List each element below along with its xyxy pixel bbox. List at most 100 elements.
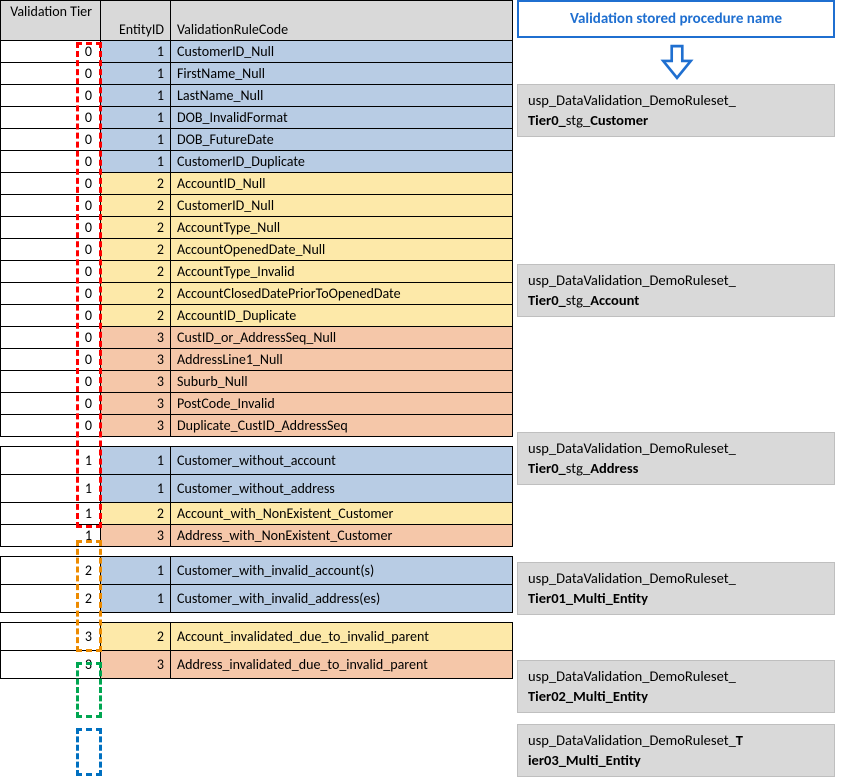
cell-entity: 1 — [101, 475, 171, 503]
cell-tier: 0 — [1, 371, 101, 393]
cell-entity: 1 — [101, 85, 171, 107]
table-row: 32Account_invalidated_due_to_invalid_par… — [1, 623, 513, 651]
cell-entity: 3 — [101, 415, 171, 437]
cell-entity: 3 — [101, 327, 171, 349]
col-header-entity: EntityID — [101, 1, 171, 41]
cell-entity: 2 — [101, 305, 171, 327]
cell-rule: AccountOpenedDate_Null — [171, 239, 513, 261]
table-row: 01CustomerID_Null — [1, 41, 513, 63]
cell-rule: AccountID_Duplicate — [171, 305, 513, 327]
cell-entity: 2 — [101, 503, 171, 525]
table-row: 03Suburb_Null — [1, 371, 513, 393]
table-row: 01FirstName_Null — [1, 63, 513, 85]
cell-entity: 1 — [101, 129, 171, 151]
table-row: 02AccountID_Null — [1, 173, 513, 195]
cell-rule: CustomerID_Null — [171, 195, 513, 217]
col-header-tier: Validation Tier — [1, 1, 101, 41]
table-row: 33Address_invalidated_due_to_invalid_par… — [1, 651, 513, 679]
table-row: 21Customer_with_invalid_address(es) — [1, 585, 513, 613]
table-row: 03CustID_or_AddressSeq_Null — [1, 327, 513, 349]
cell-tier: 0 — [1, 129, 101, 151]
cell-rule: CustomerID_Duplicate — [171, 151, 513, 173]
cell-rule: CustID_or_AddressSeq_Null — [171, 327, 513, 349]
table-row: 01CustomerID_Duplicate — [1, 151, 513, 173]
table-row: 01LastName_Null — [1, 85, 513, 107]
cell-entity: 2 — [101, 217, 171, 239]
cell-rule: AccountType_Null — [171, 217, 513, 239]
cell-tier: 0 — [1, 393, 101, 415]
cell-tier: 1 — [1, 525, 101, 547]
cell-entity: 2 — [101, 173, 171, 195]
cell-entity: 1 — [101, 63, 171, 85]
cell-tier: 0 — [1, 85, 101, 107]
cell-rule: Duplicate_CustID_AddressSeq — [171, 415, 513, 437]
cell-rule: Customer_with_invalid_account(s) — [171, 557, 513, 585]
cell-entity: 3 — [101, 525, 171, 547]
cell-entity: 1 — [101, 41, 171, 63]
table-row: 02AccountType_Null — [1, 217, 513, 239]
cell-entity: 3 — [101, 651, 171, 679]
cell-rule: Customer_without_account — [171, 447, 513, 475]
cell-tier: 3 — [1, 623, 101, 651]
cell-entity: 1 — [101, 585, 171, 613]
cell-tier: 0 — [1, 415, 101, 437]
cell-rule: FirstName_Null — [171, 63, 513, 85]
table-row: 13Address_with_NonExistent_Customer — [1, 525, 513, 547]
cell-entity: 3 — [101, 393, 171, 415]
table-row: 03AddressLine1_Null — [1, 349, 513, 371]
cell-entity: 2 — [101, 261, 171, 283]
cell-rule: CustomerID_Null — [171, 41, 513, 63]
cell-tier: 2 — [1, 585, 101, 613]
cell-entity: 2 — [101, 623, 171, 651]
table-row: 02AccountOpenedDate_Null — [1, 239, 513, 261]
table-row: 11Customer_without_address — [1, 475, 513, 503]
sproc-label: usp_DataValidation_DemoRuleset_Tier0_stg… — [517, 432, 835, 485]
cell-tier: 0 — [1, 283, 101, 305]
cell-entity: 1 — [101, 557, 171, 585]
table-row: 02AccountType_Invalid — [1, 261, 513, 283]
cell-tier: 0 — [1, 261, 101, 283]
cell-rule: DOB_FutureDate — [171, 129, 513, 151]
cell-rule: AccountID_Null — [171, 173, 513, 195]
table-row: 03PostCode_Invalid — [1, 393, 513, 415]
tier-group-highlight — [76, 728, 102, 776]
cell-rule: Account_with_NonExistent_Customer — [171, 503, 513, 525]
col-header-rule: ValidationRuleCode — [171, 1, 513, 41]
table-row: 11Customer_without_account — [1, 447, 513, 475]
cell-rule: Address_with_NonExistent_Customer — [171, 525, 513, 547]
cell-rule: AccountType_Invalid — [171, 261, 513, 283]
cell-rule: Address_invalidated_due_to_invalid_paren… — [171, 651, 513, 679]
sproc-name-header: Validation stored procedure name — [517, 0, 835, 38]
table-row: 01DOB_FutureDate — [1, 129, 513, 151]
cell-tier: 0 — [1, 107, 101, 129]
cell-entity: 2 — [101, 195, 171, 217]
cell-tier: 0 — [1, 327, 101, 349]
validation-rules-table: Validation Tier EntityID ValidationRuleC… — [0, 0, 513, 679]
cell-rule: LastName_Null — [171, 85, 513, 107]
cell-tier: 0 — [1, 195, 101, 217]
cell-rule: PostCode_Invalid — [171, 393, 513, 415]
cell-tier: 1 — [1, 503, 101, 525]
cell-tier: 0 — [1, 41, 101, 63]
cell-rule: Customer_without_address — [171, 475, 513, 503]
table-row: 01DOB_InvalidFormat — [1, 107, 513, 129]
table-row: 02CustomerID_Null — [1, 195, 513, 217]
cell-entity: 3 — [101, 371, 171, 393]
cell-rule: Suburb_Null — [171, 371, 513, 393]
cell-tier: 2 — [1, 557, 101, 585]
cell-entity: 3 — [101, 349, 171, 371]
cell-tier: 0 — [1, 217, 101, 239]
cell-entity: 1 — [101, 447, 171, 475]
table-row: 12Account_with_NonExistent_Customer — [1, 503, 513, 525]
cell-tier: 0 — [1, 305, 101, 327]
table-row: 02AccountID_Duplicate — [1, 305, 513, 327]
down-arrow-icon — [660, 44, 694, 74]
table-row: 02AccountClosedDatePriorToOpenedDate — [1, 283, 513, 305]
cell-entity: 2 — [101, 239, 171, 261]
cell-entity: 1 — [101, 151, 171, 173]
cell-tier: 0 — [1, 349, 101, 371]
sproc-label: usp_DataValidation_DemoRuleset_Tier01_Mu… — [517, 562, 835, 615]
cell-tier: 1 — [1, 447, 101, 475]
cell-entity: 1 — [101, 107, 171, 129]
sproc-label: usp_DataValidation_DemoRuleset_Tier0_stg… — [517, 264, 835, 317]
